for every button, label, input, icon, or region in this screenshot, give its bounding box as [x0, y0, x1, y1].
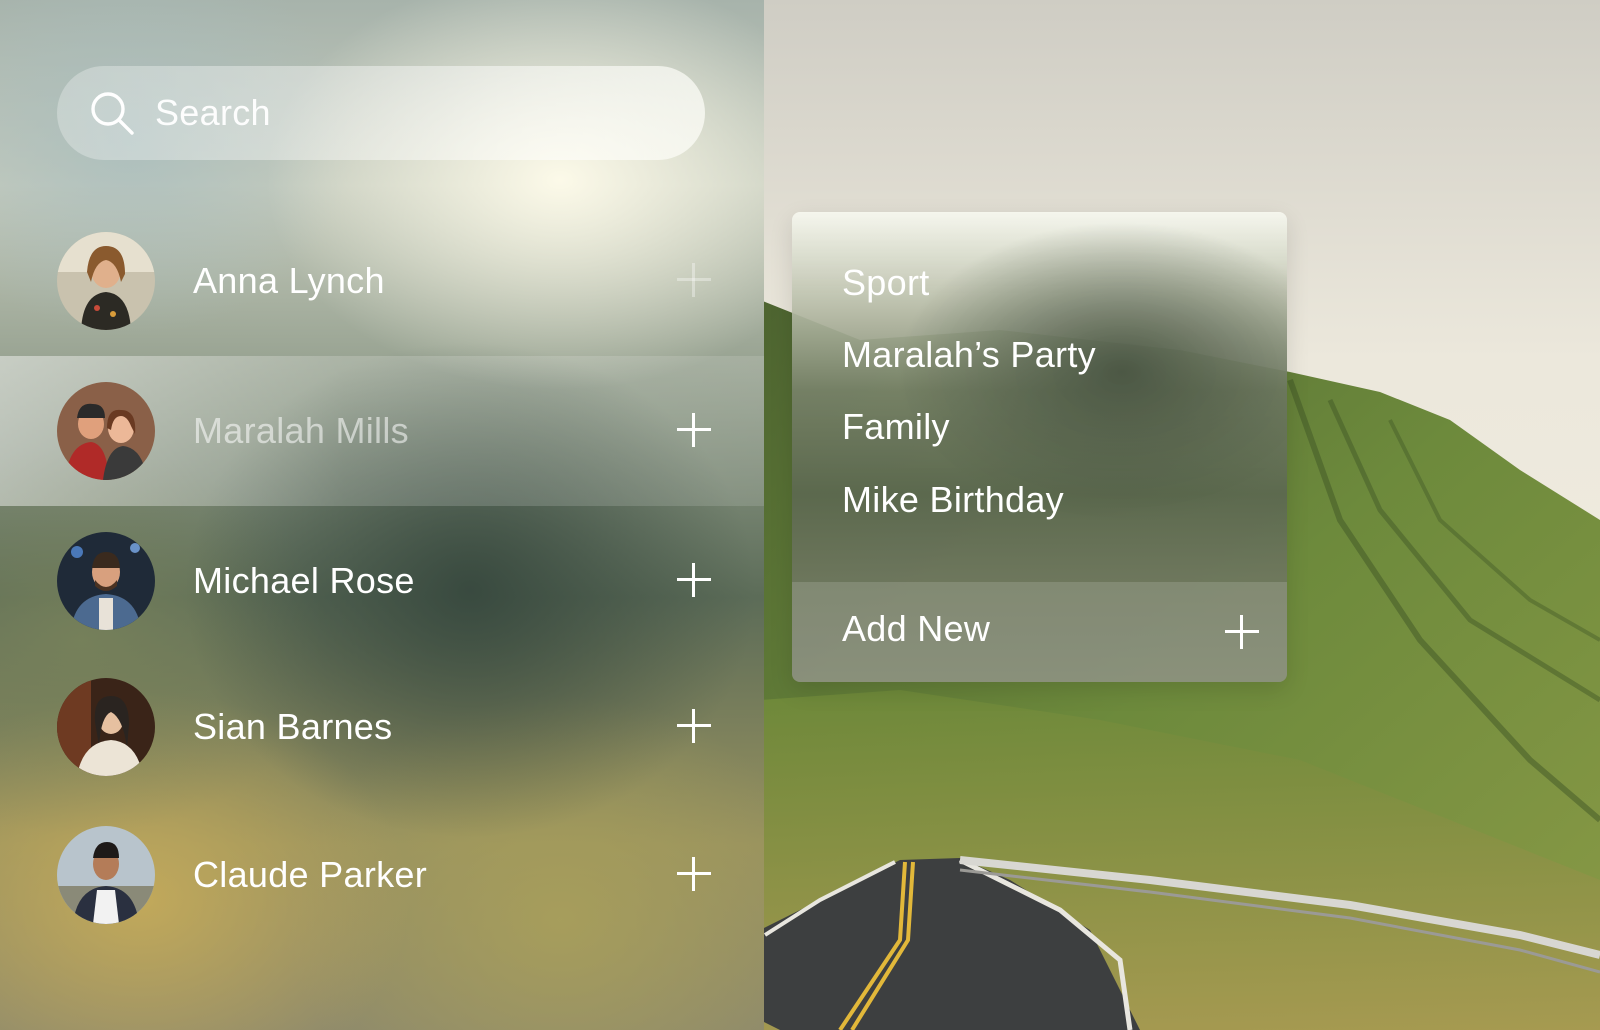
- avatar: [57, 382, 155, 480]
- add-new-button[interactable]: Add New: [792, 582, 1287, 682]
- contact-name: Sian Barnes: [193, 706, 393, 747]
- avatar: [57, 532, 155, 630]
- contact-name: Maralah Mills: [193, 410, 409, 451]
- search-bar[interactable]: Search: [57, 66, 705, 160]
- contact-row-michael-rose[interactable]: Michael Rose: [0, 506, 764, 656]
- avatar: [57, 678, 155, 776]
- plus-icon[interactable]: [1224, 614, 1260, 650]
- search-input[interactable]: Search: [155, 92, 271, 134]
- plus-icon[interactable]: [676, 262, 712, 298]
- plus-icon[interactable]: [676, 856, 712, 892]
- group-item-family[interactable]: Family: [842, 406, 950, 448]
- contact-row-anna-lynch[interactable]: Anna Lynch: [0, 206, 764, 356]
- group-item-maralahs-party[interactable]: Maralah’s Party: [842, 334, 1096, 376]
- group-item-sport[interactable]: Sport: [842, 262, 930, 304]
- plus-icon[interactable]: [676, 412, 712, 448]
- group-item-mike-birthday[interactable]: Mike Birthday: [842, 479, 1064, 521]
- contact-row-maralah-mills[interactable]: Maralah Mills: [0, 356, 764, 506]
- contact-name: Anna Lynch: [193, 260, 385, 301]
- avatar: [57, 826, 155, 924]
- search-icon: [91, 92, 134, 135]
- contact-row-sian-barnes[interactable]: Sian Barnes: [0, 652, 764, 802]
- contacts-panel: Search Anna Lynch Maralah Mills Michael …: [0, 0, 764, 1030]
- contact-row-claude-parker[interactable]: Claude Parker: [0, 800, 764, 950]
- add-new-label: Add New: [842, 608, 991, 649]
- contact-name: Claude Parker: [193, 854, 428, 895]
- plus-icon[interactable]: [676, 708, 712, 744]
- groups-menu: Sport Maralah’s Party Family Mike Birthd…: [792, 212, 1287, 682]
- avatar: [57, 232, 155, 330]
- plus-icon[interactable]: [676, 562, 712, 598]
- contact-name: Michael Rose: [193, 560, 415, 601]
